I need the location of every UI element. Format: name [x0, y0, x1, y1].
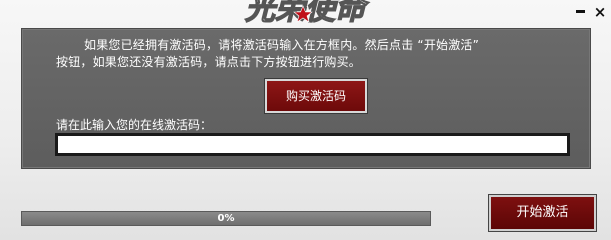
- activation-progress-bar: 0%: [21, 211, 431, 226]
- instruction-line-2: 按钮，如果您还没有激活码，请点击下方按钮进行购买。: [56, 55, 362, 69]
- minimize-icon: [576, 10, 585, 13]
- code-input-label: 请在此输入您的在线激活码：: [56, 118, 213, 132]
- activation-panel: 如果您已经拥有激活码，请将激活码输入在方框内。然后点击 “开始激活” 按钮，如果…: [21, 28, 591, 169]
- activation-code-input[interactable]: [55, 133, 570, 156]
- game-logo: 光荣使命: [243, 0, 370, 24]
- instructions-text: 如果您已经拥有激活码，请将激活码输入在方框内。然后点击 “开始激活” 按钮，如果…: [56, 37, 566, 71]
- close-button[interactable]: ×: [593, 3, 607, 21]
- minimize-button[interactable]: [574, 5, 588, 19]
- instruction-line-1: 如果您已经拥有激活码，请将激活码输入在方框内。然后点击 “开始激活”: [84, 38, 480, 52]
- close-icon: ×: [593, 3, 607, 21]
- progress-percent: 0%: [217, 213, 235, 224]
- start-activation-button[interactable]: 开始激活: [489, 195, 596, 231]
- buy-code-button[interactable]: 购买激活码: [265, 79, 367, 113]
